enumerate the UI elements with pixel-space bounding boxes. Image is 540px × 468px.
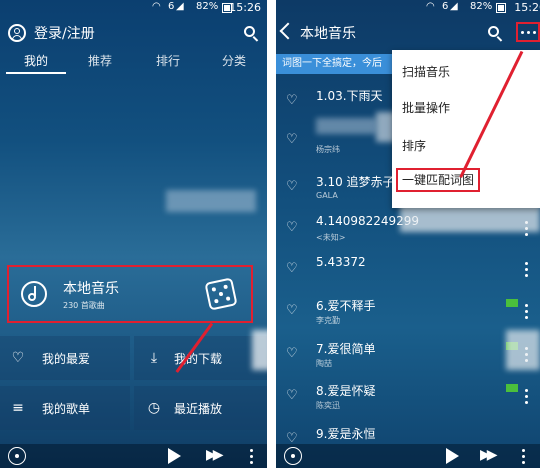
song-menu-icon[interactable]	[525, 304, 528, 319]
signal-icon: ◢	[450, 1, 458, 12]
local-music-title: 本地音乐	[63, 281, 119, 297]
downloads-item[interactable]: ⤓ 我的下载	[134, 336, 267, 380]
song-artist: 李克勤	[316, 316, 340, 325]
wifi-icon: ◠	[152, 1, 161, 12]
menu-item-sort[interactable]: 排序	[392, 128, 540, 164]
player-bar: ▶▶	[0, 444, 267, 468]
back-icon[interactable]	[279, 22, 297, 40]
song-menu-icon[interactable]	[525, 389, 528, 404]
signal-icon: ◢	[176, 1, 184, 12]
search-icon[interactable]	[488, 26, 504, 42]
song-artist: 杨宗纬	[316, 145, 340, 154]
battery-percent: 82%	[470, 1, 493, 12]
battery-percent: 82%	[196, 1, 219, 12]
player-bar: ▶▶	[276, 444, 540, 468]
tab-mine[interactable]: 我的	[6, 52, 66, 69]
user-avatar-icon[interactable]	[8, 24, 26, 42]
song-artist: 陶喆	[316, 359, 332, 368]
blurred-region	[316, 118, 376, 134]
song-title: 5.43372	[316, 255, 366, 269]
battery-icon	[496, 3, 506, 13]
heart-icon[interactable]: ♡	[286, 132, 298, 147]
search-icon[interactable]	[244, 26, 260, 42]
right-screen: ◠ 6 ◢ 82% 15:26 本地音乐 词图一下全搞定，今后 ♡ 1.03.下…	[276, 0, 540, 468]
recent-item[interactable]: ◷ 最近播放	[134, 386, 267, 430]
blurred-region	[252, 330, 267, 370]
heart-icon[interactable]: ♡	[286, 388, 298, 403]
song-title: 9.爱是永恒	[316, 427, 376, 441]
heart-icon: ♡	[11, 350, 25, 366]
song-artist: GALA	[316, 191, 338, 200]
hq-badge	[506, 299, 518, 307]
song-row[interactable]: ♡ 7.爱很简单 陶喆	[276, 335, 540, 374]
heart-icon[interactable]: ♡	[286, 220, 298, 235]
local-music-card[interactable]: 本地音乐 230 首歌曲	[7, 265, 253, 323]
left-screen: ◠ 6 ◢ 82% 15:26 登录/注册 我的 推荐 排行 分类 本地音乐 2…	[0, 0, 267, 468]
heart-icon[interactable]: ♡	[286, 93, 298, 108]
status-bar: ◠ 6 ◢ 82% 15:26	[276, 0, 540, 16]
heart-icon[interactable]: ♡	[286, 346, 298, 361]
download-icon: ⤓	[150, 350, 158, 366]
blurred-region	[166, 190, 256, 212]
music-note-icon	[21, 281, 47, 307]
menu-item-batch[interactable]: 批量操作	[392, 90, 540, 126]
player-menu-icon[interactable]	[522, 449, 525, 464]
favorites-label: 我的最爱	[42, 352, 91, 366]
song-title: 3.10 追梦赤子	[316, 175, 395, 189]
dice-icon[interactable]	[204, 277, 238, 311]
clock: 15:26	[229, 1, 261, 14]
heart-icon[interactable]: ♡	[286, 261, 298, 276]
song-artist: 陈奕迅	[316, 401, 340, 410]
playlists-label: 我的歌单	[42, 402, 91, 416]
network-type: 6	[442, 1, 449, 12]
more-options-menu: 扫描音乐 批量操作 排序 一键匹配词图	[392, 50, 540, 208]
song-artist: <未知>	[316, 233, 346, 242]
song-title: 1.03.下雨天	[316, 89, 383, 103]
now-playing-disc-icon[interactable]	[8, 447, 26, 465]
tab-ranking[interactable]: 排行	[138, 52, 198, 69]
next-icon[interactable]: ▶▶	[206, 447, 223, 463]
heart-icon[interactable]: ♡	[286, 303, 298, 318]
clock: 15:26	[514, 1, 540, 14]
playlists-item[interactable]: ≡ 我的歌单	[0, 386, 130, 430]
play-icon[interactable]	[168, 448, 181, 464]
song-row[interactable]: ♡ 6.爱不释手 李克勤	[276, 292, 540, 331]
playlist-icon: ≡	[12, 400, 24, 416]
favorites-item[interactable]: ♡ 我的最爱	[0, 336, 130, 380]
tab-recommend[interactable]: 推荐	[70, 52, 130, 69]
recent-label: 最近播放	[174, 402, 223, 416]
hq-badge	[506, 384, 518, 392]
wifi-icon: ◠	[426, 1, 435, 12]
clock-icon: ◷	[147, 400, 161, 416]
page-title: 本地音乐	[300, 26, 356, 42]
song-title: 7.爱很简单	[316, 342, 376, 356]
tab-category[interactable]: 分类	[204, 52, 264, 69]
highlight-box	[396, 168, 480, 192]
song-title: 8.爱是怀疑	[316, 384, 376, 398]
more-options-button[interactable]	[516, 22, 540, 42]
local-music-count: 230 首歌曲	[63, 301, 105, 310]
now-playing-disc-icon[interactable]	[284, 447, 302, 465]
network-type: 6	[168, 1, 175, 12]
song-menu-icon[interactable]	[525, 262, 528, 277]
login-register-link[interactable]: 登录/注册	[34, 23, 95, 43]
player-menu-icon[interactable]	[250, 449, 253, 464]
blurred-region	[506, 330, 540, 370]
status-bar: ◠ 6 ◢ 82% 15:26	[0, 0, 267, 16]
heart-icon[interactable]: ♡	[286, 179, 298, 194]
song-title: 6.爱不释手	[316, 299, 376, 313]
song-row[interactable]: ♡ 8.爱是怀疑 陈奕迅	[276, 377, 540, 416]
match-lyrics-banner[interactable]: 词图一下全搞定，今后	[276, 54, 400, 74]
play-icon[interactable]	[446, 448, 459, 464]
next-icon[interactable]: ▶▶	[480, 447, 497, 463]
song-row[interactable]: ♡ 5.43372	[276, 250, 540, 289]
active-tab-indicator	[6, 72, 66, 74]
